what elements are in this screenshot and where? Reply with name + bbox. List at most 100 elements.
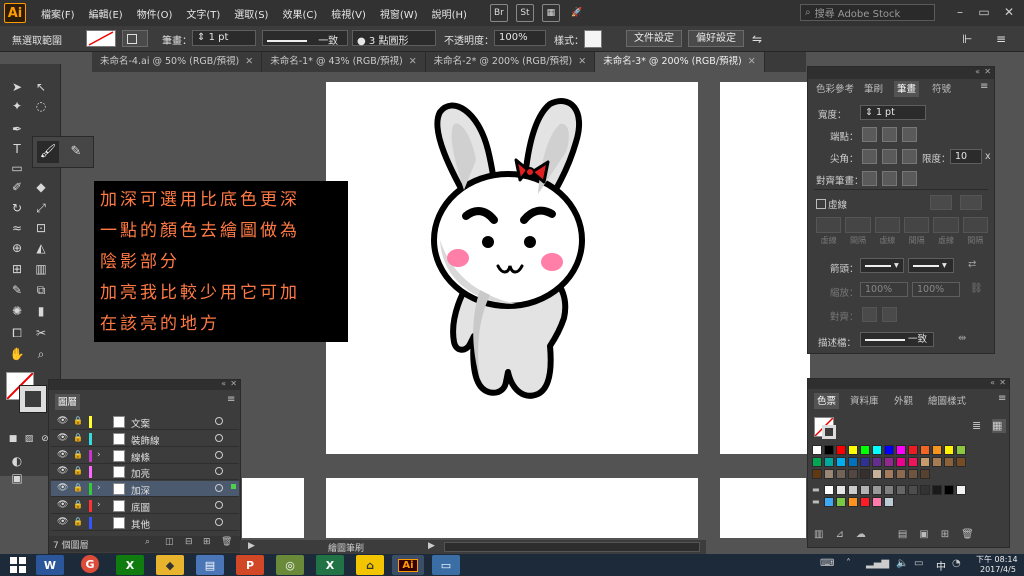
- close-tab-icon[interactable]: ✕: [578, 56, 586, 67]
- screen-mode-icon[interactable]: ▣: [8, 469, 26, 487]
- symbol-sprayer-tool-icon[interactable]: ✺: [8, 302, 26, 320]
- target-circle-icon[interactable]: [215, 450, 223, 459]
- taskbar-app-5[interactable]: ▤: [196, 555, 224, 575]
- stock-search-input[interactable]: ⌕ 搜尋 Adobe Stock: [800, 4, 935, 21]
- panel-menu-icon[interactable]: ≡: [980, 81, 988, 92]
- menu-file[interactable]: 檔案(F): [34, 6, 82, 21]
- menu-edit[interactable]: 編輯(E): [82, 6, 130, 21]
- swatch[interactable]: [920, 445, 930, 455]
- tab-appearance[interactable]: 外觀: [894, 393, 913, 409]
- tab-document-2[interactable]: 未命名-2* @ 200% (RGB/預視) ✕: [426, 52, 596, 72]
- tab-symbols[interactable]: 符號: [932, 81, 951, 97]
- shape-builder-tool-icon[interactable]: ⊕: [8, 239, 26, 257]
- swatch[interactable]: [836, 469, 846, 479]
- swatch[interactable]: [848, 485, 858, 495]
- thumbnail-view-icon[interactable]: ▦: [992, 419, 1006, 433]
- locate-object-icon[interactable]: ⌕: [145, 537, 150, 547]
- tab-stroke[interactable]: 筆畫: [894, 81, 920, 97]
- artboard-bottom-left[interactable]: [242, 478, 304, 538]
- lock-icon[interactable]: 🔒: [73, 450, 83, 459]
- tray-keyboard-icon[interactable]: ⌨: [820, 558, 834, 569]
- swatch[interactable]: [812, 457, 822, 467]
- tab-brushes[interactable]: 筆刷: [864, 81, 883, 97]
- swatch[interactable]: [920, 485, 930, 495]
- swatch[interactable]: [860, 457, 870, 467]
- menu-object[interactable]: 物件(O): [130, 6, 180, 21]
- swatch[interactable]: [920, 457, 930, 467]
- color-group-folder-icon[interactable]: ▬: [812, 497, 822, 507]
- layer-row[interactable]: 👁 🔒 文案: [51, 414, 239, 430]
- swatch[interactable]: [956, 445, 966, 455]
- menu-select[interactable]: 選取(S): [227, 6, 275, 21]
- direct-selection-tool-icon[interactable]: ↖: [32, 78, 50, 96]
- swatch-options-icon[interactable]: ▤: [898, 529, 907, 543]
- panel-header[interactable]: « ✕: [808, 67, 994, 79]
- bevel-join-icon[interactable]: [902, 149, 917, 164]
- taskbar-app-7[interactable]: ◎: [276, 555, 304, 575]
- lock-icon[interactable]: 🔒: [73, 466, 83, 475]
- swatch[interactable]: [872, 497, 882, 507]
- panel-menu-icon[interactable]: ≡: [996, 32, 1006, 46]
- clock-time[interactable]: 下午 08:14: [976, 554, 1018, 565]
- hand-tool-icon[interactable]: ✋: [8, 345, 26, 363]
- new-swatch-icon[interactable]: ⊞: [941, 529, 949, 543]
- end-scale-field[interactable]: 100%: [912, 282, 960, 297]
- swatch[interactable]: [872, 457, 882, 467]
- swatch[interactable]: [848, 497, 858, 507]
- close-tab-icon[interactable]: ✕: [245, 56, 253, 67]
- draw-mode-icon[interactable]: ◐: [8, 452, 26, 470]
- dash-field-2[interactable]: [874, 217, 900, 233]
- tab-color-guide[interactable]: 色彩參考: [816, 81, 854, 97]
- graphic-style-swatch[interactable]: [584, 30, 602, 48]
- taskbar-photos[interactable]: ▭: [432, 555, 460, 575]
- layer-row[interactable]: 👁 🔒 › 線條: [51, 448, 239, 464]
- swatch[interactable]: [896, 457, 906, 467]
- shaper-tool-icon[interactable]: ✐: [8, 178, 26, 196]
- tab-layers[interactable]: 圖層: [55, 394, 81, 410]
- make-clipping-mask-icon[interactable]: ◫: [165, 537, 174, 547]
- eyedropper-tool-icon[interactable]: ✎: [8, 281, 26, 299]
- arrange-icon[interactable]: ⇋: [752, 32, 762, 46]
- layer-row[interactable]: 👁 🔒 › 底圖: [51, 498, 239, 514]
- swatch[interactable]: [956, 457, 966, 467]
- target-circle-icon[interactable]: [215, 484, 223, 493]
- taskbar-illustrator[interactable]: Ai: [392, 555, 424, 575]
- swatch[interactable]: [908, 457, 918, 467]
- column-graph-tool-icon[interactable]: ▮: [32, 302, 50, 320]
- brush-definition[interactable]: ● 3 點圓形: [352, 30, 436, 47]
- taskbar-app-9[interactable]: ⌂: [356, 555, 384, 575]
- weight-field[interactable]: ⇕ 1 pt: [860, 105, 926, 120]
- artboard-nav-icon[interactable]: ▶: [248, 541, 255, 551]
- swatch[interactable]: [944, 445, 954, 455]
- round-cap-icon[interactable]: [882, 127, 897, 142]
- swatch[interactable]: [884, 457, 894, 467]
- swatch[interactable]: [872, 485, 882, 495]
- lock-icon[interactable]: 🔒: [73, 517, 83, 526]
- swatch[interactable]: [836, 457, 846, 467]
- gap-field-3[interactable]: [962, 217, 988, 233]
- artboard-right[interactable]: [720, 82, 810, 454]
- swatch[interactable]: [860, 469, 870, 479]
- document-setup-button[interactable]: 文件設定: [626, 30, 682, 47]
- tab-libraries[interactable]: 資料庫: [850, 393, 879, 409]
- swatch[interactable]: [836, 445, 846, 455]
- align-icon[interactable]: ⊩: [962, 32, 972, 46]
- lock-icon[interactable]: 🔒: [73, 433, 83, 442]
- tray-expand-icon[interactable]: ˄: [846, 558, 851, 569]
- menu-type[interactable]: 文字(T): [179, 6, 227, 21]
- swatch[interactable]: [896, 445, 906, 455]
- visibility-eye-icon[interactable]: 👁: [57, 483, 68, 493]
- swatch[interactable]: [848, 445, 858, 455]
- stock-icon[interactable]: St: [515, 4, 534, 22]
- magic-wand-tool-icon[interactable]: ✦: [8, 97, 26, 115]
- swatch[interactable]: [860, 497, 870, 507]
- limit-field[interactable]: 10: [950, 149, 982, 164]
- stroke-weight-field[interactable]: ⇕ 1 pt: [192, 30, 256, 46]
- swatch-libraries-icon[interactable]: ▥: [814, 529, 823, 543]
- swatch[interactable]: [824, 485, 834, 495]
- new-layer-icon[interactable]: ⊞: [203, 537, 211, 547]
- panel-menu-icon[interactable]: ≡: [998, 393, 1006, 404]
- fill-swatch[interactable]: [86, 30, 116, 47]
- horizontal-scrollbar[interactable]: [444, 542, 700, 552]
- swatch[interactable]: [944, 485, 954, 495]
